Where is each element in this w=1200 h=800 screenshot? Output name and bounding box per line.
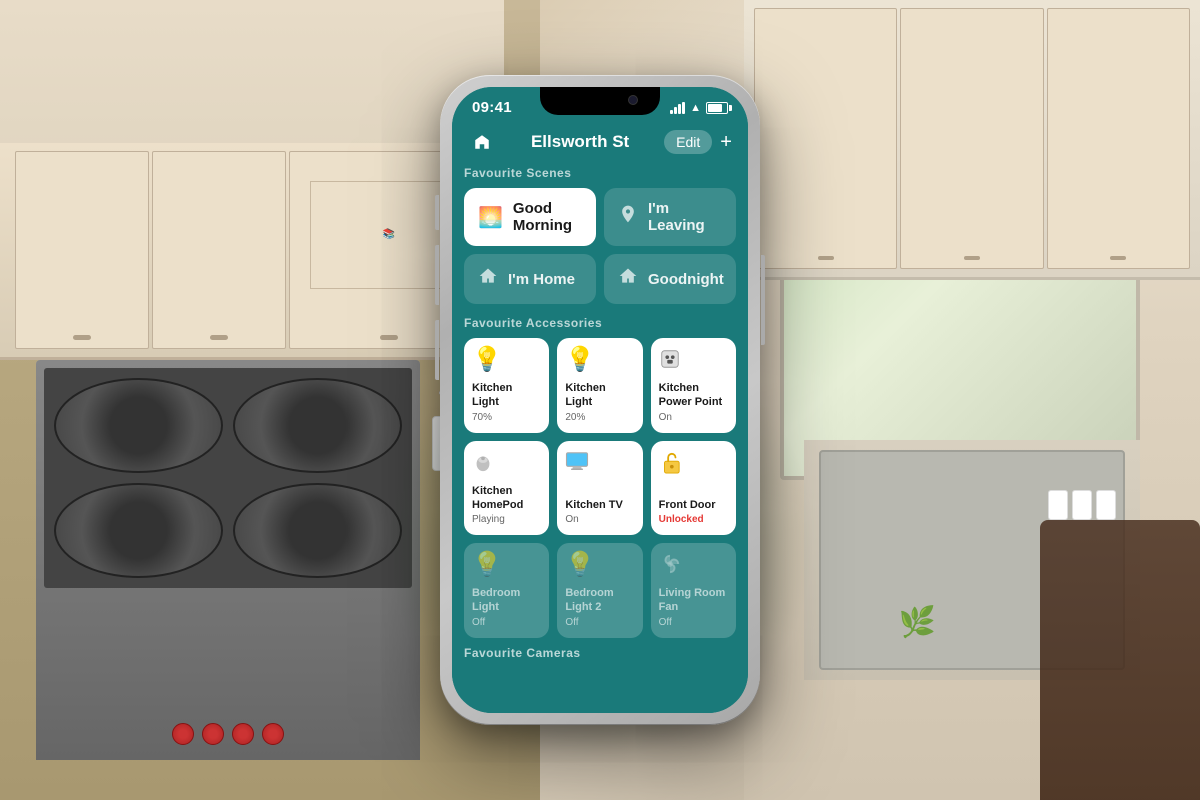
scene-tile-im-home[interactable]: I'm Home: [464, 254, 596, 304]
cameras-section-label: Favourite Cameras: [464, 646, 736, 660]
scene-name-im-leaving: I'm Leaving: [648, 200, 722, 234]
accessory-status-bedroom-light-2: Off: [565, 617, 634, 628]
status-time: 09:41: [472, 99, 512, 116]
accessory-name-kitchen-tv: Kitchen TV: [565, 498, 634, 512]
tv-icon: [565, 451, 634, 476]
scenes-section-label: Favourite Scenes: [464, 166, 736, 180]
accessory-status-bedroom-light: Off: [472, 617, 541, 628]
accessory-status-living-room-fan: Off: [659, 617, 728, 628]
accessory-name-kitchen-light-2: Kitchen Light: [565, 381, 634, 410]
accessory-kitchen-homepod[interactable]: Kitchen HomePod Playing: [464, 441, 549, 536]
scene-icon-goodnight: [618, 266, 638, 292]
accessory-kitchen-light-2[interactable]: 💡 Kitchen Light 20%: [557, 338, 642, 433]
signal-icon: [670, 102, 685, 114]
edit-button[interactable]: Edit: [664, 130, 712, 154]
accessory-status-kitchen-light-2: 20%: [565, 412, 634, 423]
scene-tile-good-morning[interactable]: 🌅 Good Morning: [464, 188, 596, 246]
accessory-bedroom-light[interactable]: 💡 Bedroom Light Off: [464, 543, 549, 638]
accessories-section-label: Favourite Accessories: [464, 316, 736, 330]
status-icons: ▲: [670, 102, 728, 114]
app-content[interactable]: Favourite Scenes 🌅 Good Morning: [452, 162, 748, 713]
accessory-living-room-fan[interactable]: Living Room Fan Off: [651, 543, 736, 638]
accessory-name-living-room-fan: Living Room Fan: [659, 586, 728, 615]
accessory-kitchen-power[interactable]: Kitchen Power Point On: [651, 338, 736, 433]
front-camera: [628, 95, 638, 105]
phone-frame: 09:41 ▲: [440, 75, 760, 725]
bulb-icon-2: 💡: [565, 348, 634, 372]
accessory-kitchen-light-1[interactable]: 💡 Kitchen Light 70%: [464, 338, 549, 433]
home-nav-icon[interactable]: [468, 128, 496, 156]
accessory-status-kitchen-power: On: [659, 412, 728, 423]
accessory-name-kitchen-power: Kitchen Power Point: [659, 381, 728, 410]
scene-icon-im-home: [478, 266, 498, 292]
nav-bar: Ellsworth St Edit +: [452, 120, 748, 162]
accessory-bedroom-light-2[interactable]: 💡 Bedroom Light 2 Off: [557, 543, 642, 638]
scene-name-im-home: I'm Home: [508, 271, 575, 288]
add-button[interactable]: +: [720, 132, 732, 152]
accessory-name-front-door: Front Door: [659, 498, 728, 512]
accessory-status-kitchen-tv: On: [565, 514, 634, 525]
power-icon: [659, 348, 728, 375]
lock-icon: [659, 451, 728, 480]
accessory-status-kitchen-light-1: 70%: [472, 412, 541, 423]
phone-notch: [540, 87, 660, 115]
accessories-grid-on: 💡 Kitchen Light 70% 💡 Kitchen Light: [464, 338, 736, 535]
accessory-name-kitchen-homepod: Kitchen HomePod: [472, 484, 541, 513]
accessory-front-door[interactable]: Front Door Unlocked: [651, 441, 736, 536]
location-title: Ellsworth St: [531, 132, 629, 152]
phone-device: 09:41 ▲: [440, 75, 760, 725]
scene-icon-im-leaving: [618, 204, 638, 230]
wifi-icon: ▲: [690, 102, 701, 114]
accessory-kitchen-tv[interactable]: Kitchen TV On: [557, 441, 642, 536]
accessory-name-bedroom-light: Bedroom Light: [472, 586, 541, 615]
scene-icon-good-morning: 🌅: [478, 205, 503, 230]
accessory-status-front-door: Unlocked: [659, 514, 728, 525]
scene-tile-goodnight[interactable]: Goodnight: [604, 254, 736, 304]
accessories-grid-off: 💡 Bedroom Light Off 💡 Bedroom Light 2: [464, 543, 736, 638]
accessory-status-kitchen-homepod: Playing: [472, 514, 541, 525]
bulb-icon-1: 💡: [472, 348, 541, 372]
scene-tile-im-leaving[interactable]: I'm Leaving: [604, 188, 736, 246]
bulb-off-icon-1: 💡: [472, 553, 541, 577]
scene-name-goodnight: Goodnight: [648, 271, 724, 288]
fan-icon: [659, 553, 728, 580]
accessory-name-kitchen-light-1: Kitchen Light: [472, 381, 541, 410]
homepod-icon: [472, 451, 541, 478]
scenes-grid: 🌅 Good Morning I'm Leaving: [464, 188, 736, 304]
battery-icon: [706, 102, 728, 114]
accessory-name-bedroom-light-2: Bedroom Light 2: [565, 586, 634, 615]
nav-actions: Edit +: [664, 130, 732, 154]
phone-screen: 09:41 ▲: [452, 87, 748, 713]
bulb-off-icon-2: 💡: [565, 553, 634, 577]
scene-name-good-morning: Good Morning: [513, 200, 582, 234]
